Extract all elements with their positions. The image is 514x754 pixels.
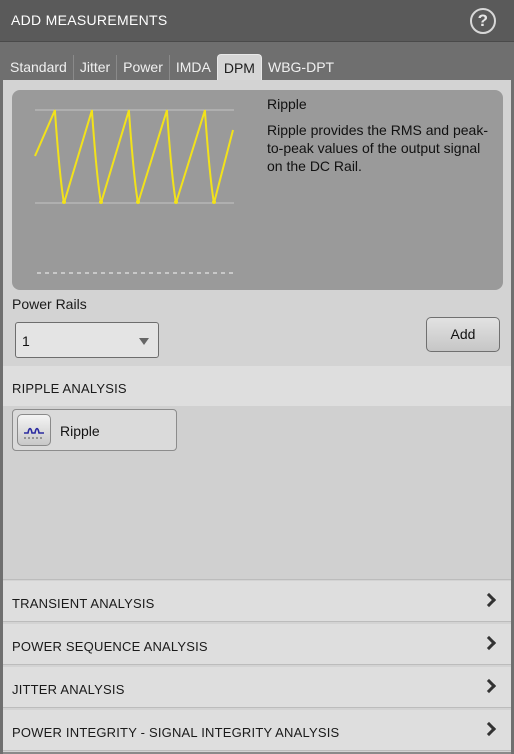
tab-wbg-dpt[interactable]: WBG-DPT [262,55,340,80]
tab-dpm[interactable]: DPM [216,54,262,80]
chevron-down-icon [139,338,149,345]
section-power-sequence-analysis[interactable]: POWER SEQUENCE ANALYSIS [3,624,511,665]
section-transient-analysis[interactable]: TRANSIENT ANALYSIS [3,581,511,622]
chevron-right-icon [481,678,497,694]
section-label: RIPPLE ANALYSIS [12,381,127,396]
ripple-analysis-body: Ripple [3,406,511,580]
measurement-preview: Ripple Ripple provides the RMS and peak-… [12,90,503,290]
chevron-right-icon [481,721,497,737]
section-label: POWER SEQUENCE ANALYSIS [12,639,208,654]
ripple-measurement-label: Ripple [60,423,100,439]
window-title: ADD MEASUREMENTS [11,12,168,28]
title-bar: ADD MEASUREMENTS ? [0,0,514,42]
chevron-right-icon [481,592,497,608]
section-pi-si-analysis[interactable]: POWER INTEGRITY - SIGNAL INTEGRITY ANALY… [3,710,511,751]
section-label: POWER INTEGRITY - SIGNAL INTEGRITY ANALY… [12,725,340,740]
power-rails-label: Power Rails [12,296,87,312]
add-button[interactable]: Add [426,317,500,352]
tab-standard[interactable]: Standard [4,55,74,80]
help-circle-icon[interactable]: ? [470,8,496,34]
section-label: TRANSIENT ANALYSIS [12,596,155,611]
section-jitter-analysis[interactable]: JITTER ANALYSIS [3,667,511,708]
chevron-right-icon [481,635,497,651]
power-rails-dropdown[interactable]: 1 [15,322,159,358]
ripple-waveform-illustration [34,109,234,274]
tab-imda[interactable]: IMDA [170,55,217,80]
power-rails-value: 1 [22,333,30,349]
preview-description: Ripple provides the RMS and peak-to-peak… [267,122,489,174]
ripple-waveform-icon [17,414,51,446]
tab-power[interactable]: Power [117,55,170,80]
tab-jitter[interactable]: Jitter [74,55,118,80]
ripple-measurement-button[interactable]: Ripple [12,409,177,451]
preview-title: Ripple [267,96,307,112]
section-label: JITTER ANALYSIS [12,682,125,697]
tab-content-panel: Ripple Ripple provides the RMS and peak-… [3,80,511,754]
measurement-tabs: Standard Jitter Power IMDA DPM WBG-DPT [4,54,340,80]
section-ripple-analysis[interactable]: RIPPLE ANALYSIS [3,366,511,407]
